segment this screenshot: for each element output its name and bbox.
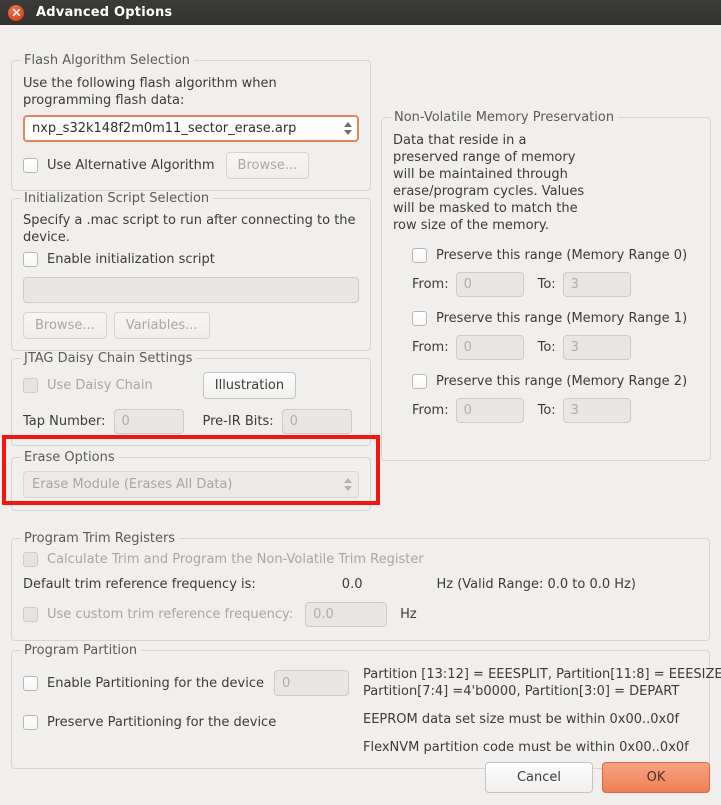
range-1-from-label: From:: [412, 340, 449, 355]
erase-options-selected-value: Erase Module (Erases All Data): [32, 477, 233, 492]
init-script-description: Specify a .mac script to run after conne…: [23, 213, 356, 245]
enable-partitioning-checkbox[interactable]: [23, 675, 38, 691]
range-2-bounds: From: 0 To: 3: [412, 398, 699, 423]
group-non-volatile-memory-preservation: Non-Volatile Memory Preservation Data th…: [381, 110, 711, 461]
group-program-trim-registers: Program Trim Registers Calculate Trim an…: [11, 531, 710, 641]
custom-trim-frequency-input: 0.0: [305, 602, 388, 627]
range-1-from-input: 0: [455, 335, 524, 360]
group-legend-program-partition: Program Partition: [21, 643, 142, 658]
partition-info-line-1: Partition [13:12] = EEESPLIT, Partition[…: [363, 667, 721, 682]
use-daisy-chain-checkbox: [23, 378, 38, 393]
use-custom-trim-frequency-label: Use custom trim reference frequency:: [47, 607, 294, 622]
use-alternative-algorithm-checkbox[interactable]: [23, 158, 38, 173]
enable-initialization-script-label: Enable initialization script: [47, 252, 215, 267]
group-program-partition-wrapper: Program Partition Enable Partitioning fo…: [11, 643, 721, 776]
range-2-to-input: 3: [562, 398, 631, 423]
group-legend-jtag: JTAG Daisy Chain Settings: [21, 351, 197, 366]
group-erase-options: Erase Options Erase Module (Erases All D…: [11, 450, 371, 511]
default-trim-frequency-units: Hz (Valid Range: 0.0 to 0.0 Hz): [436, 577, 636, 592]
ok-button[interactable]: OK: [602, 762, 710, 793]
flash-algorithm-selected-value: nxp_s32k148f2m0m11_sector_erase.arp: [32, 121, 297, 136]
spinner-arrows-icon[interactable]: [341, 118, 355, 140]
pre-ir-bits-input: 0: [281, 409, 352, 434]
group-legend-nvm-preservation: Non-Volatile Memory Preservation: [391, 110, 619, 125]
preserve-partitioning-label: Preserve Partitioning for the device: [47, 715, 277, 730]
range-0-bounds: From: 0 To: 3: [412, 272, 699, 297]
init-script-path-input: [23, 277, 359, 303]
preserve-partitioning-checkbox[interactable]: [23, 715, 38, 730]
erase-options-combobox: Erase Module (Erases All Data): [23, 471, 359, 498]
preserve-range-1-checkbox[interactable]: [412, 311, 427, 326]
preserve-range-1-row: Preserve this range (Memory Range 1): [412, 311, 699, 326]
partition-info-line-4: FlexNVM partition code must be within 0x…: [363, 740, 689, 755]
group-jtag-daisy-chain-settings: JTAG Daisy Chain Settings Use Daisy Chai…: [11, 351, 371, 446]
range-1-to-label: To:: [537, 340, 556, 355]
use-alternative-algorithm-label: Use Alternative Algorithm: [47, 158, 215, 173]
group-legend-flash-algorithm: Flash Algorithm Selection: [21, 53, 194, 68]
illustration-button[interactable]: Illustration: [202, 372, 297, 399]
pre-ir-bits-label: Pre-IR Bits:: [202, 414, 274, 429]
spinner-arrows-icon: [341, 474, 355, 496]
range-0-to-label: To:: [537, 277, 556, 292]
right-column: Non-Volatile Memory Preservation Data th…: [381, 110, 711, 468]
flash-algorithm-combobox[interactable]: nxp_s32k148f2m0m11_sector_erase.arp: [23, 115, 359, 142]
dialog-footer: Cancel OK: [485, 762, 710, 793]
left-column: Flash Algorithm Selection Use the follow…: [11, 53, 371, 518]
group-legend-erase-options: Erase Options: [21, 450, 119, 465]
range-0-to-input: 3: [562, 272, 631, 297]
range-2-from-label: From:: [412, 403, 449, 418]
preserve-range-2-label: Preserve this range (Memory Range 2): [436, 374, 688, 389]
range-0-from-input: 0: [455, 272, 524, 297]
group-program-partition: Program Partition Enable Partitioning fo…: [11, 643, 721, 769]
range-1-to-input: 3: [562, 335, 631, 360]
default-trim-frequency-value: 0.0: [341, 577, 363, 592]
group-legend-program-trim-registers: Program Trim Registers: [21, 531, 180, 546]
enable-partitioning-label: Enable Partitioning for the device: [47, 675, 265, 691]
calculate-trim-checkbox: [23, 552, 38, 567]
custom-trim-frequency-units: Hz: [400, 607, 417, 622]
range-1-bounds: From: 0 To: 3: [412, 335, 699, 360]
dialog-body: Flash Algorithm Selection Use the follow…: [0, 25, 721, 805]
window-title: Advanced Options: [36, 5, 173, 20]
group-flash-algorithm-selection: Flash Algorithm Selection Use the follow…: [11, 53, 371, 191]
use-custom-trim-frequency-checkbox: [23, 607, 38, 622]
close-icon[interactable]: [8, 4, 24, 21]
default-trim-frequency-label: Default trim reference frequency is:: [23, 577, 256, 592]
calculate-trim-label: Calculate Trim and Program the Non-Volat…: [47, 552, 424, 567]
window-titlebar: Advanced Options: [0, 0, 721, 25]
init-script-variables-button: Variables...: [113, 312, 210, 339]
group-legend-init-script: Initialization Script Selection: [21, 191, 214, 206]
group-initialization-script-selection: Initialization Script Selection Specify …: [11, 191, 371, 351]
partition-value-input: 0: [274, 670, 350, 696]
range-0-from-label: From:: [412, 277, 449, 292]
preserve-range-0-label: Preserve this range (Memory Range 0): [436, 248, 688, 263]
init-script-browse-button: Browse...: [23, 312, 107, 339]
use-daisy-chain-label: Use Daisy Chain: [47, 378, 153, 393]
preserve-range-0-row: Preserve this range (Memory Range 0): [412, 248, 699, 263]
group-program-trim-registers-wrapper: Program Trim Registers Calculate Trim an…: [11, 531, 710, 648]
partition-info-line-3: EEPROM data set size must be within 0x00…: [363, 712, 680, 727]
preserve-range-2-row: Preserve this range (Memory Range 2): [412, 374, 699, 389]
partition-info-line-2: Partition[7:4] =4'b0000, Partition[3:0] …: [363, 684, 680, 699]
preserve-range-2-checkbox[interactable]: [412, 374, 427, 389]
preserve-range-1-label: Preserve this range (Memory Range 1): [436, 311, 688, 326]
cancel-button[interactable]: Cancel: [485, 762, 593, 793]
preserve-range-0-checkbox[interactable]: [412, 248, 427, 263]
enable-initialization-script-checkbox[interactable]: [23, 252, 38, 267]
flash-algorithm-browse-button: Browse...: [225, 152, 310, 179]
range-2-to-label: To:: [537, 403, 556, 418]
nvm-description: Data that reside in a preserved range of…: [393, 133, 585, 233]
tap-number-input: 0: [113, 409, 184, 434]
range-2-from-input: 0: [455, 398, 524, 423]
flash-algorithm-description: Use the following flash algorithm when p…: [23, 76, 277, 108]
tap-number-label: Tap Number:: [23, 414, 106, 429]
